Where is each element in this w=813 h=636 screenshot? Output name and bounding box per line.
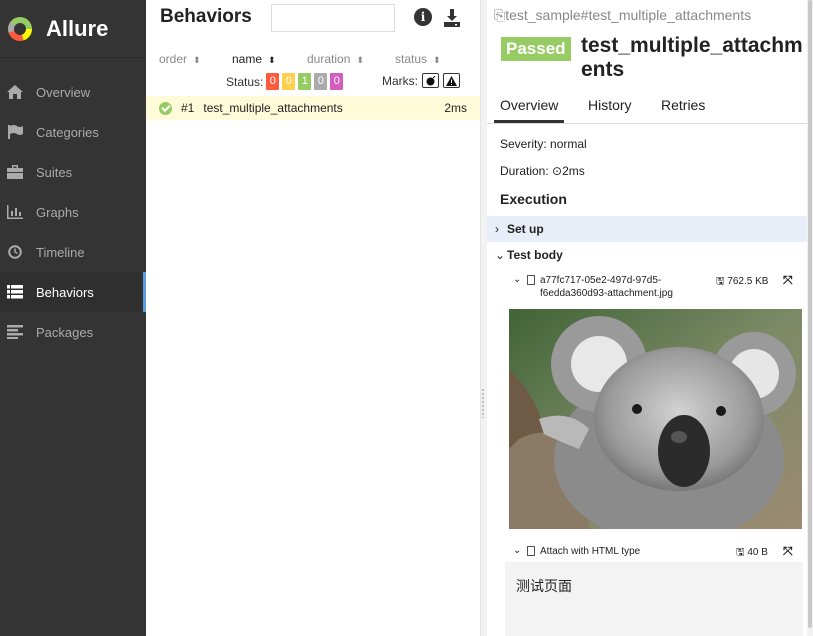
clock-icon: ⊙ bbox=[552, 164, 563, 178]
attachment-size: 🖫 40 B bbox=[736, 547, 768, 558]
sidebar-item-graphs[interactable]: Graphs bbox=[0, 192, 146, 232]
info-icon[interactable]: i bbox=[414, 8, 432, 26]
chevron-down-icon: ⌄ bbox=[513, 274, 522, 285]
test-body-label: Test body bbox=[507, 248, 563, 262]
passed-count[interactable]: 1 bbox=[298, 73, 312, 90]
download-icon[interactable] bbox=[442, 8, 462, 28]
briefcase-icon bbox=[6, 164, 24, 180]
sorter-name[interactable]: name ⬍ bbox=[232, 52, 276, 66]
bar-chart-icon bbox=[6, 204, 24, 220]
sidebar-item-label: Behaviors bbox=[36, 284, 94, 300]
marks-label: Marks: bbox=[382, 73, 418, 88]
html-file-icon bbox=[527, 546, 535, 556]
tab-bar: Overview History Retries bbox=[487, 93, 807, 124]
html-content-text: 测试页面 bbox=[516, 578, 572, 594]
testcase-pane: ⎘test_sample#test_multiple_attachments P… bbox=[487, 0, 807, 636]
status-badge: Passed bbox=[501, 37, 571, 61]
brand-name: Allure bbox=[46, 15, 109, 41]
broken-count[interactable]: 0 bbox=[282, 73, 296, 90]
scrollbar[interactable] bbox=[807, 0, 813, 636]
sorter-order[interactable]: order ⬍ bbox=[159, 52, 201, 66]
search-input[interactable] bbox=[271, 4, 395, 32]
tab-overview[interactable]: Overview bbox=[493, 97, 565, 123]
unknown-count[interactable]: 0 bbox=[330, 73, 344, 90]
sorter-duration[interactable]: duration ⬍ bbox=[307, 52, 364, 66]
attachment-name: Attach with HTML type bbox=[540, 546, 641, 557]
tab-retries[interactable]: Retries bbox=[661, 97, 705, 113]
sorter-status[interactable]: status ⬍ bbox=[395, 52, 441, 66]
row-name: test_multiple_attachments bbox=[203, 101, 343, 115]
home-icon bbox=[6, 84, 24, 100]
list-icon bbox=[6, 284, 24, 300]
behaviors-pane: Behaviors i order ⬍ name ⬍ duration ⬍ statu… bbox=[146, 0, 480, 636]
save-icon: 🖫 bbox=[736, 547, 745, 558]
expand-icon[interactable]: ⤧ bbox=[783, 544, 793, 559]
passed-status-icon bbox=[159, 101, 172, 115]
test-body-step[interactable]: ⌄ Test body bbox=[487, 242, 807, 268]
sidebar-item-packages[interactable]: Packages bbox=[0, 312, 146, 352]
skipped-count[interactable]: 0 bbox=[314, 73, 328, 90]
copy-icon[interactable]: ⎘ bbox=[494, 7, 505, 23]
duration-label: Duration: bbox=[500, 164, 549, 178]
koala-image bbox=[509, 309, 802, 529]
row-number: #1 bbox=[181, 101, 195, 115]
sidebar-item-categories[interactable]: Categories bbox=[0, 112, 146, 152]
html-attachment-content: 测试页面 bbox=[505, 562, 803, 636]
attachment-name: a77fc717-05e2-497d-97d5-f6edda360d93-att… bbox=[540, 275, 673, 299]
breadcrumb[interactable]: ⎘test_sample#test_multiple_attachments bbox=[494, 7, 751, 24]
sidebar-item-label: Graphs bbox=[36, 204, 79, 220]
chevron-down-icon: ⌄ bbox=[513, 545, 522, 556]
sidebar-nav: Overview Categories Suites Graphs Timeli… bbox=[0, 72, 146, 352]
clock-icon bbox=[6, 244, 24, 260]
status-label: Status: bbox=[226, 74, 264, 89]
sidebar-item-label: Overview bbox=[36, 84, 91, 100]
image-file-icon bbox=[527, 275, 535, 285]
sidebar: Allure Overview Categories Suites Graphs bbox=[0, 0, 146, 636]
status-filter: Status: 0 0 1 0 0 bbox=[226, 73, 344, 90]
chevron-right-icon: › bbox=[495, 222, 499, 236]
sidebar-item-timeline[interactable]: Timeline bbox=[0, 232, 146, 272]
failed-count[interactable]: 0 bbox=[266, 73, 280, 90]
sidebar-item-label: Suites bbox=[36, 164, 73, 180]
testcase-title: test_multiple_attachments bbox=[581, 34, 803, 81]
row-duration: 2ms bbox=[444, 101, 467, 115]
setup-step[interactable]: › Set up bbox=[487, 216, 807, 242]
sidebar-item-behaviors[interactable]: Behaviors bbox=[0, 272, 146, 312]
align-left-icon bbox=[6, 324, 24, 340]
allure-logo-icon bbox=[8, 16, 32, 41]
sidebar-item-label: Categories bbox=[36, 124, 99, 140]
severity: Severity: normal bbox=[500, 137, 587, 151]
duration-value: 2ms bbox=[562, 164, 585, 178]
save-icon: 🖫 bbox=[716, 276, 725, 287]
brand[interactable]: Allure bbox=[0, 0, 146, 58]
warning-icon[interactable] bbox=[443, 73, 460, 88]
sorter-bar: order ⬍ name ⬍ duration ⬍ status ⬍ bbox=[146, 52, 480, 68]
execution-title: Execution bbox=[500, 191, 567, 207]
sidebar-item-overview[interactable]: Overview bbox=[0, 72, 146, 112]
tab-history[interactable]: History bbox=[588, 97, 632, 113]
chevron-down-icon: ⌄ bbox=[495, 248, 506, 262]
sidebar-item-label: Packages bbox=[36, 324, 94, 340]
duration: Duration: ⊙2ms bbox=[500, 164, 585, 178]
sidebar-item-label: Timeline bbox=[36, 244, 85, 260]
marks-filter: Marks: bbox=[382, 73, 460, 88]
pane-title: Behaviors bbox=[160, 6, 252, 27]
expand-icon[interactable]: ⤧ bbox=[783, 273, 793, 288]
flag-icon bbox=[6, 124, 24, 140]
pane-splitter[interactable] bbox=[480, 0, 487, 636]
bomb-icon[interactable] bbox=[422, 73, 439, 88]
setup-label: Set up bbox=[507, 222, 544, 236]
attachment-size: 🖫 762.5 KB bbox=[716, 276, 769, 287]
sidebar-item-suites[interactable]: Suites bbox=[0, 152, 146, 192]
splitter-grip-icon[interactable] bbox=[481, 388, 485, 418]
table-row[interactable]: #1 test_multiple_attachments 2ms bbox=[146, 96, 480, 120]
